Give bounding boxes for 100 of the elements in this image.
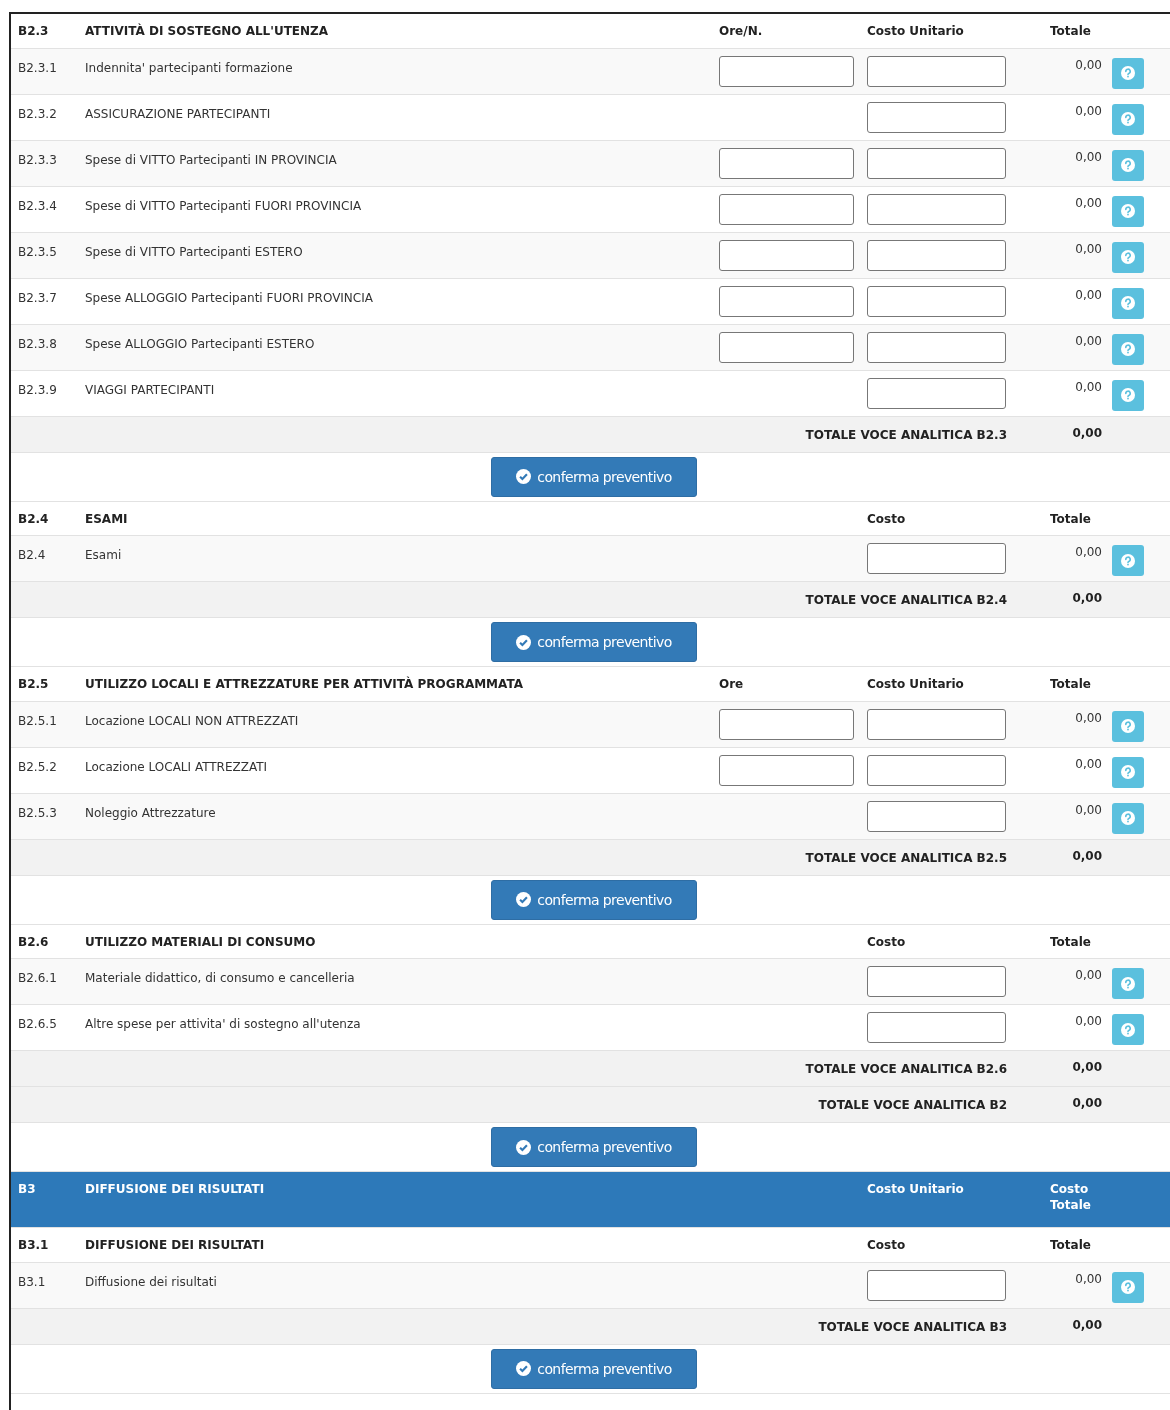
help-icon (1121, 204, 1135, 219)
section-title: UTILIZZO MATERIALI DI CONSUMO (85, 934, 317, 949)
item-label: Locazione LOCALI NON ATTREZZATI (85, 712, 300, 728)
item-total: 0,00 (1074, 755, 1102, 771)
help-icon (1121, 112, 1135, 127)
quantity-field[interactable] (719, 708, 854, 740)
total-value: 0,00 (1071, 1095, 1102, 1111)
cost-field[interactable] (867, 754, 1006, 786)
cost-field[interactable] (867, 239, 1006, 271)
item-total: 0,00 (1074, 286, 1102, 302)
total-value: 0,00 (1071, 847, 1102, 863)
cost-field[interactable] (867, 55, 1006, 87)
total-value: 0,00 (1071, 1316, 1102, 1332)
item-code: B2.5.3 (17, 804, 58, 820)
cost-field[interactable] (867, 331, 1006, 363)
item-total: 0,00 (1074, 332, 1102, 348)
help-icon (1121, 296, 1135, 311)
total-label: TOTALE VOCE ANALITICA B2.6 (804, 1061, 1008, 1077)
help-icon (1121, 976, 1135, 991)
item-code: B2.3.5 (17, 243, 58, 259)
item-code: B2.6.1 (17, 970, 58, 986)
column-header: Costo Unitario (867, 677, 965, 692)
item-total: 0,00 (1074, 56, 1102, 72)
item-label: Spese di VITTO Partecipanti ESTERO (85, 243, 304, 259)
quantity-field[interactable] (719, 55, 854, 87)
item-code: B2.3.8 (17, 335, 58, 351)
item-total: 0,00 (1074, 194, 1102, 210)
item-label: Spese ALLOGGIO Partecipanti ESTERO (85, 335, 316, 351)
item-code: B2.5.1 (17, 712, 58, 728)
item-code: B2.3.1 (17, 59, 58, 75)
item-label: Spese di VITTO Partecipanti FUORI PROVINCIA (85, 197, 363, 213)
item-code: B2.4 (17, 547, 47, 563)
item-code: B2.6.5 (17, 1016, 58, 1032)
confirm-button[interactable]: conferma preventivo (491, 456, 697, 497)
quantity-field[interactable] (719, 754, 854, 786)
total-label: TOTALE VOCE ANALITICA B2.4 (804, 592, 1008, 608)
section-code: B3.1 (17, 1238, 50, 1253)
help-icon (1121, 1022, 1135, 1037)
help-icon (1121, 66, 1135, 81)
total-label: TOTALE VOCE ANALITICA B3 (817, 1318, 1008, 1334)
item-label: Noleggio Attrezzature (85, 804, 217, 820)
column-header: Ore/N. (719, 24, 764, 38)
cost-field[interactable] (867, 285, 1006, 317)
item-code: B3.1 (17, 1273, 47, 1289)
column-header: Costo Totale (1049, 1182, 1092, 1214)
cost-field[interactable] (867, 193, 1006, 225)
cost-field[interactable] (867, 1269, 1006, 1301)
confirm-button[interactable]: conferma preventivo (491, 879, 697, 920)
item-code: B2.3.9 (17, 381, 58, 397)
help-icon (1121, 553, 1135, 568)
total-value: 0,00 (1071, 590, 1102, 606)
column-header: Totale (1049, 24, 1092, 40)
cost-field[interactable] (867, 543, 1006, 575)
cost-field[interactable] (867, 101, 1006, 133)
total-label: TOTALE VOCE ANALITICA B2.5 (804, 849, 1008, 865)
help-icon (1121, 765, 1135, 780)
cost-field[interactable] (867, 1012, 1006, 1044)
item-label: Esami (85, 547, 123, 563)
item-total: 0,00 (1074, 240, 1102, 256)
item-label: Altre spese per attivita' di sostegno all'utenza (85, 1016, 362, 1032)
help-icon (1121, 811, 1135, 826)
column-header: Totale (1049, 934, 1092, 951)
item-total: 0,00 (1074, 967, 1102, 983)
check-circle-icon (516, 1139, 532, 1155)
item-label: Indennita' partecipanti formazione (85, 59, 294, 75)
confirm-button[interactable]: conferma preventivo (491, 1348, 697, 1389)
help-icon (1121, 250, 1135, 265)
item-total: 0,00 (1074, 378, 1102, 394)
confirm-button[interactable]: conferma preventivo (491, 622, 697, 663)
help-icon (1121, 388, 1135, 403)
section-code: B2.3 (17, 24, 50, 38)
item-total: 0,00 (1074, 148, 1102, 164)
column-header: Costo Unitario (867, 24, 965, 38)
column-header: Costo Unitario (867, 1182, 965, 1197)
item-total: 0,00 (1074, 102, 1102, 118)
help-icon (1121, 158, 1135, 173)
cost-field[interactable] (867, 966, 1006, 998)
cost-field[interactable] (867, 147, 1006, 179)
quantity-field[interactable] (719, 285, 854, 317)
item-total: 0,00 (1074, 709, 1102, 725)
cost-field[interactable] (867, 800, 1006, 832)
section-title: DIFFUSIONE DEI RISULTATI (85, 1182, 266, 1197)
item-code: B2.3.7 (17, 289, 58, 305)
cost-field[interactable] (867, 377, 1006, 409)
quantity-field[interactable] (719, 239, 854, 271)
column-header: Costo (867, 511, 907, 526)
help-icon (1121, 1280, 1135, 1295)
column-header: Totale (1049, 677, 1092, 693)
item-code: B2.3.4 (17, 197, 58, 213)
quantity-field[interactable] (719, 147, 854, 179)
column-header: Totale (1049, 511, 1092, 528)
check-circle-icon (516, 892, 532, 908)
item-label: Materiale didattico, di consumo e cancelleria (85, 970, 356, 986)
total-label: TOTALE VOCE ANALITICA B2 (817, 1097, 1008, 1113)
quantity-field[interactable] (719, 193, 854, 225)
check-circle-icon (516, 634, 532, 650)
quantity-field[interactable] (719, 331, 854, 363)
section-code: B2.5 (17, 677, 50, 692)
cost-field[interactable] (867, 708, 1006, 740)
confirm-button[interactable]: conferma preventivo (491, 1127, 697, 1168)
